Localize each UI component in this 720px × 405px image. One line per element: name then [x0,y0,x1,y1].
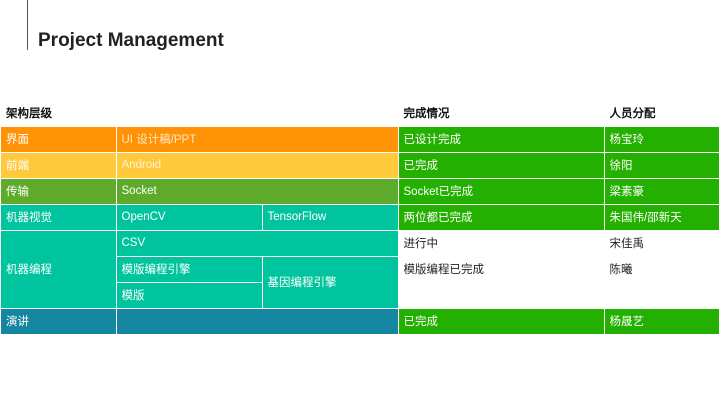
header-assignee: 人员分配 [604,100,720,127]
slide-title: Project Management [38,30,224,51]
task-template: 模版 [116,282,263,309]
task-transport: Socket [116,178,399,205]
assignee-presentation: 杨晟艺 [604,308,720,335]
title-accent-line [27,0,28,50]
layer-presentation: 演讲 [1,308,117,335]
row-transport: 传输 Socket Socket已完成 梁素豪 [1,178,720,205]
status-frontend: 已完成 [398,152,605,179]
row-presentation: 演讲 已完成 杨晟艺 [1,308,720,335]
header-architecture: 架构层级 [1,100,117,127]
layer-transport: 传输 [1,178,117,205]
layer-frontend: 前端 [1,152,117,179]
row-ui: 界面 UI 设计稿/PPT 已设计完成 杨宝玲 [1,126,720,153]
task-csv: CSV [116,230,399,257]
assignee-vision: 朱国伟/邵新天 [604,204,720,231]
row-vision: 机器视觉 OpenCV TensorFlow 两位都已完成 朱国伟/邵新天 [1,204,720,231]
task-template-engine: 模版编程引擎 [116,256,263,283]
status-ui: 已设计完成 [398,126,605,153]
status-template-empty [398,282,605,309]
header-row: 架构层级 完成情况 人员分配 [1,100,720,127]
task-genetic-engine: 基因编程引擎 [262,256,399,309]
status-vision: 两位都已完成 [398,204,605,231]
task-frontend: Android [116,152,399,179]
task-presentation-empty [116,308,399,335]
header-status: 完成情况 [398,100,605,127]
layer-programming: 机器编程 [1,230,117,309]
assignee-template-empty [604,282,720,309]
project-management-table: 架构层级 完成情况 人员分配 界面 UI 设计稿/PPT 已设计完成 杨宝玲 前… [1,100,720,335]
assignee-frontend: 徐阳 [604,152,720,179]
status-transport: Socket已完成 [398,178,605,205]
row-frontend: 前端 Android 已完成 徐阳 [1,152,720,179]
status-engine: 模版编程已完成 [398,256,605,283]
row-csv: 机器编程 CSV 进行中 宋佳禹 [1,230,720,309]
assignee-ui: 杨宝玲 [604,126,720,153]
assignee-csv: 宋佳禹 [604,230,720,257]
assignee-transport: 梁素豪 [604,178,720,205]
assignee-engine: 陈曦 [604,256,720,283]
task-tensorflow: TensorFlow [262,204,399,231]
status-presentation: 已完成 [398,308,605,335]
layer-vision: 机器视觉 [1,204,117,231]
task-opencv: OpenCV [116,204,263,231]
task-ui: UI 设计稿/PPT [116,126,399,153]
header-blank [116,100,399,127]
status-csv: 进行中 [398,230,605,257]
layer-ui: 界面 [1,126,117,153]
